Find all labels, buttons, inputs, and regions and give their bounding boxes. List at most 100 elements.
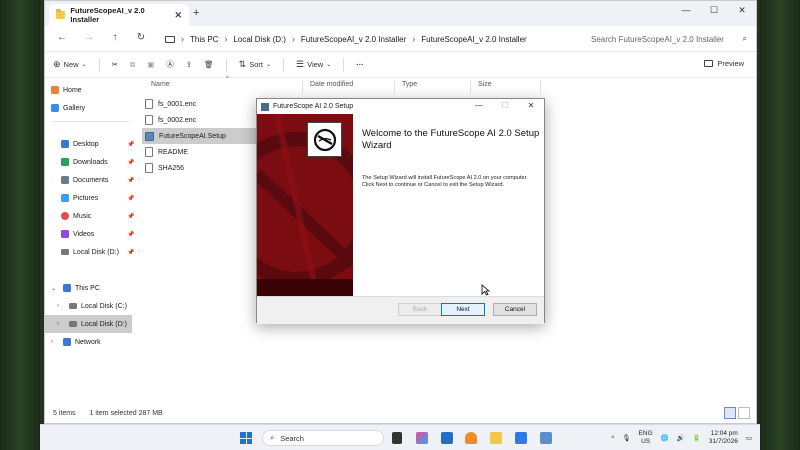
breadcrumb-local-disk-d[interactable]: Local Disk (D:) — [233, 35, 285, 44]
sidebar-item-label: Videos — [73, 230, 95, 238]
column-header-type[interactable]: Type — [402, 81, 417, 95]
details-view-icon[interactable] — [724, 407, 736, 419]
sidebar-item-network[interactable]: › Network — [51, 335, 101, 349]
cloud-app-icon[interactable] — [465, 432, 477, 444]
keyboard-layout: US — [641, 438, 651, 445]
tab-installer-folder[interactable]: FutureScopeAI_v 2.0 Installer ✕ — [49, 4, 189, 26]
divider — [283, 57, 285, 72]
file-icon — [145, 99, 153, 109]
sidebar-item-label: Music — [73, 212, 92, 220]
start-button[interactable] — [240, 432, 252, 444]
forward-arrow-icon[interactable]: → — [82, 32, 96, 43]
breadcrumb-separator: › — [224, 34, 228, 44]
back-arrow-icon[interactable]: ← — [55, 32, 69, 43]
sidebar-item-videos[interactable]: Videos 📌 — [61, 227, 134, 241]
column-header-name[interactable]: Name — [151, 81, 170, 95]
microphone-icon[interactable]: 🎙 — [622, 434, 630, 442]
sidebar-item-desktop[interactable]: Desktop 📌 — [61, 137, 134, 151]
sidebar-item-gallery[interactable]: Gallery — [51, 101, 85, 115]
mail-icon[interactable] — [515, 432, 527, 444]
share-icon[interactable]: ⇪ — [186, 60, 192, 69]
divider — [225, 57, 227, 72]
new-button[interactable]: ⊕ New ⌄ — [53, 59, 87, 70]
language-indicator[interactable]: ENG US — [639, 430, 653, 446]
no-signal-icon — [313, 128, 336, 151]
sidebar-item-music[interactable]: Music 📌 — [61, 209, 134, 223]
view-icon: ☰ — [296, 59, 305, 69]
view-button[interactable]: ☰ View ⌄ — [296, 59, 331, 70]
column-divider[interactable] — [394, 80, 395, 94]
wizard-minimize-button[interactable]: — — [466, 99, 492, 113]
drive-icon — [61, 249, 69, 255]
clock[interactable]: 12:04 pm 31/7/2026 — [709, 430, 738, 446]
file-explorer-icon[interactable] — [490, 432, 502, 444]
wizard-close-button[interactable]: ✕ — [518, 99, 544, 113]
sidebar-item-local-disk-d-pinned[interactable]: Local Disk (D:) 📌 — [61, 245, 134, 259]
paste-icon[interactable]: ▣ — [147, 60, 154, 69]
preview-pane-icon — [704, 60, 714, 67]
file-icon — [145, 115, 153, 125]
taskbar-search[interactable]: ⌕ Search — [262, 430, 384, 446]
breadcrumb-installer-subfolder[interactable]: FutureScopeAI_v 2.0 Installer — [421, 35, 526, 44]
close-window-button[interactable]: ✕ — [728, 1, 756, 21]
store-icon[interactable] — [441, 432, 453, 444]
breadcrumb-this-pc[interactable]: This PC — [190, 35, 218, 44]
sidebar-item-documents[interactable]: Documents 📌 — [61, 173, 134, 187]
sidebar-item-pictures[interactable]: Pictures 📌 — [61, 191, 134, 205]
cut-icon[interactable]: ✂ — [112, 60, 118, 69]
setup-taskbar-icon[interactable] — [540, 432, 552, 444]
minimize-button[interactable]: — — [672, 1, 700, 21]
rename-icon[interactable]: Ⓐ — [166, 59, 174, 70]
column-divider[interactable] — [470, 80, 471, 94]
maximize-button[interactable]: ☐ — [700, 1, 728, 21]
search-input[interactable]: Search FutureScopeAI_v 2.0 Installer ⌕ — [585, 30, 753, 48]
column-divider[interactable] — [302, 80, 303, 94]
sidebar-item-this-pc[interactable]: ⌄ This PC — [51, 281, 100, 295]
breadcrumb-installer-folder[interactable]: FutureScopeAI_v 2.0 Installer — [301, 35, 406, 44]
copilot-icon[interactable] — [416, 432, 428, 444]
tab-close-icon[interactable]: ✕ — [174, 10, 182, 21]
view-label: View — [307, 60, 324, 69]
pc-icon — [63, 284, 71, 292]
cancel-button[interactable]: Cancel — [493, 303, 537, 316]
chevron-right-icon[interactable]: › — [57, 321, 65, 327]
copy-icon[interactable]: ⧉ — [130, 60, 135, 70]
battery-icon[interactable]: 🔋 — [693, 434, 701, 442]
delete-icon[interactable]: 🗑 — [204, 60, 214, 69]
up-arrow-icon[interactable]: ↑ — [108, 32, 122, 43]
desktop-background-right — [760, 0, 800, 450]
column-header-size[interactable]: Size — [478, 81, 492, 95]
sidebar-item-downloads[interactable]: Downloads 📌 — [61, 155, 134, 169]
wizard-title-bar[interactable]: FutureScope AI 2.0 Setup — ☐ ✕ — [257, 99, 544, 114]
chevron-down-icon[interactable]: ⌄ — [51, 285, 59, 292]
chevron-right-icon[interactable]: › — [57, 303, 65, 309]
videos-icon — [61, 230, 69, 238]
column-header-date-modified[interactable]: Date modified — [310, 81, 353, 95]
more-options-button[interactable]: ··· — [356, 60, 364, 69]
column-divider[interactable] — [540, 80, 541, 94]
chevron-up-icon[interactable]: ^ — [611, 435, 614, 442]
navigation-pane: Home Gallery Desktop 📌 Downloads 📌 Docum… — [45, 78, 134, 404]
sidebar-item-local-disk-c[interactable]: › Local Disk (C:) — [57, 299, 127, 313]
breadcrumb[interactable]: › This PC › Local Disk (D:) › FutureScop… — [161, 30, 583, 48]
file-name: README — [158, 148, 188, 156]
next-button[interactable]: Next — [441, 303, 485, 316]
preview-button[interactable]: Preview — [704, 59, 744, 68]
file-name: SHA256 — [158, 164, 185, 172]
divider — [343, 57, 345, 72]
tiles-view-icon[interactable] — [738, 407, 750, 419]
notifications-icon[interactable]: ▭ — [746, 434, 752, 442]
volume-icon[interactable]: 🔊 — [677, 434, 685, 442]
divider — [53, 121, 129, 122]
back-button[interactable]: Back — [398, 303, 442, 316]
file-name: fs_0001.enc — [158, 100, 197, 108]
refresh-icon[interactable]: ↻ — [134, 32, 148, 43]
new-tab-button[interactable]: + — [193, 7, 199, 19]
network-status-icon[interactable]: 🌐 — [661, 434, 669, 442]
task-view-icon[interactable] — [392, 432, 402, 444]
sidebar-item-home[interactable]: Home — [51, 83, 82, 97]
sidebar-item-local-disk-d[interactable]: › Local Disk (D:) — [57, 317, 127, 331]
chevron-right-icon[interactable]: › — [51, 339, 59, 345]
sort-button[interactable]: ⇅ Sort ⌄ — [239, 59, 271, 70]
mouse-cursor-icon — [481, 284, 490, 296]
